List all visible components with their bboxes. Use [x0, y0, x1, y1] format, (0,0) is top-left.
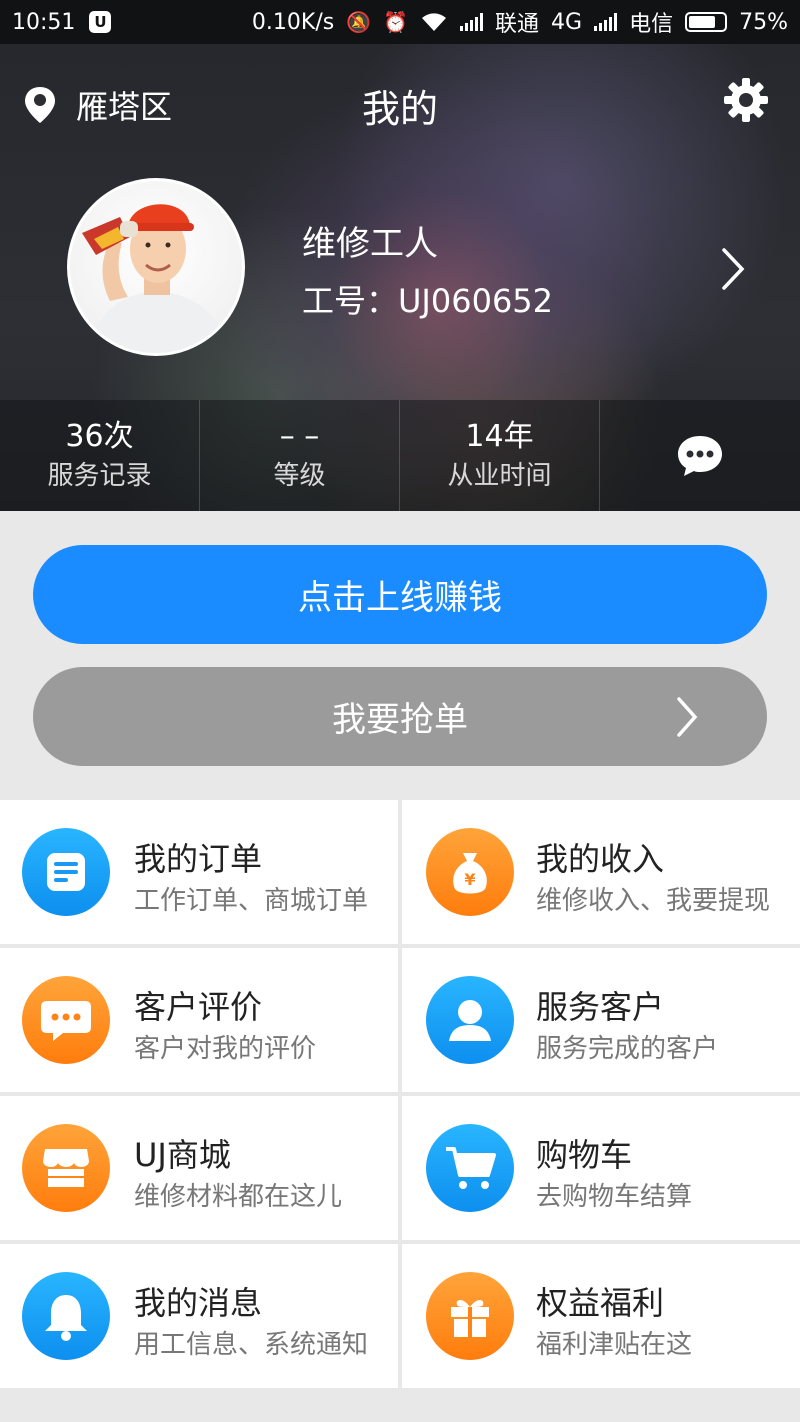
grab-order-button[interactable]: 我要抢单	[33, 667, 767, 766]
chat-bubble-icon	[678, 435, 722, 476]
worker-id: 工号：UJ060652	[302, 282, 554, 320]
menu-item-title: 购物车	[536, 1136, 633, 1174]
worker-portrait-image	[82, 204, 228, 353]
stat-value: 14年	[465, 418, 534, 454]
carrier-2: 电信	[629, 12, 674, 37]
net-type: 4G	[551, 9, 583, 35]
menu-item-title: 我的收入	[536, 840, 665, 878]
menu-item-served-customers[interactable]: 服务客户 服务完成的客户	[402, 948, 800, 1092]
menu-item-subtitle: 去购物车结算	[536, 1182, 693, 1212]
mute-icon: 🔕	[346, 10, 372, 34]
stat-value: – –	[279, 418, 320, 454]
menu-item-title: 我的消息	[134, 1284, 263, 1322]
stat-service-records[interactable]: 36次 服务记录	[0, 400, 200, 511]
comment-bubble-icon	[22, 976, 110, 1064]
app-notification-icon: U	[89, 11, 112, 33]
menu-item-shopping-cart[interactable]: 购物车 去购物车结算	[402, 1096, 800, 1240]
stat-label: 服务记录	[47, 460, 152, 491]
menu-item-title: UJ商城	[134, 1136, 231, 1174]
menu-item-subtitle: 客户对我的评价	[134, 1034, 317, 1064]
person-icon	[426, 976, 514, 1064]
go-online-label: 点击上线赚钱	[298, 578, 502, 618]
page-title: 我的	[361, 87, 438, 131]
battery-icon	[685, 12, 728, 32]
menu-item-title: 权益福利	[536, 1284, 665, 1322]
money-bag-icon: ¥	[426, 828, 514, 916]
menu-item-my-messages[interactable]: 我的消息 用工信息、系统通知	[0, 1244, 398, 1388]
signal-icon-1	[460, 13, 484, 31]
menu-item-customer-reviews[interactable]: 客户评价 客户对我的评价	[0, 948, 398, 1092]
cart-icon	[426, 1124, 514, 1212]
menu-item-subtitle: 工作订单、商城订单	[134, 886, 369, 916]
stat-label: 等级	[273, 460, 326, 491]
order-list-icon	[22, 828, 110, 916]
stat-experience[interactable]: 14年 从业时间	[400, 400, 600, 511]
chevron-right-icon[interactable]	[716, 244, 750, 294]
menu-item-my-orders[interactable]: 我的订单 工作订单、商城订单	[0, 800, 398, 944]
menu-item-benefits[interactable]: 权益福利 福利津贴在这	[402, 1244, 800, 1388]
alarm-icon: ⏰	[383, 10, 409, 34]
menu-item-subtitle: 维修材料都在这儿	[134, 1182, 343, 1212]
stats-bar: 36次 服务记录 – – 等级 14年 从业时间	[0, 400, 800, 511]
status-time: 10:51	[12, 9, 76, 35]
chevron-right-icon	[677, 697, 698, 737]
grab-order-label: 我要抢单	[332, 700, 468, 740]
carrier-1: 联通	[495, 12, 540, 37]
menu-item-subtitle: 用工信息、系统通知	[134, 1330, 369, 1360]
menu-item-subtitle: 服务完成的客户	[536, 1034, 719, 1064]
menu-item-uj-mall[interactable]: UJ商城 维修材料都在这儿	[0, 1096, 398, 1240]
go-online-button[interactable]: 点击上线赚钱	[33, 545, 767, 644]
avatar[interactable]	[67, 178, 245, 356]
signal-icon-2	[594, 13, 618, 31]
gift-icon	[426, 1272, 514, 1360]
worker-name: 维修工人	[302, 224, 438, 264]
menu-item-title: 服务客户	[536, 988, 665, 1026]
profile-header: 雁塔区 我的 维修工人 工号：UJ060652 36次 服务记录 – – 等级 …	[0, 44, 800, 511]
svg-text:¥: ¥	[464, 870, 475, 889]
menu-item-my-income[interactable]: ¥ 我的收入 维修收入、我要提现	[402, 800, 800, 944]
menu-item-subtitle: 福利津贴在这	[536, 1330, 693, 1360]
battery-level: 75%	[739, 9, 788, 35]
stat-value: 36次	[65, 418, 134, 454]
menu-item-subtitle: 维修收入、我要提现	[536, 886, 771, 916]
wifi-icon	[422, 13, 447, 31]
menu-item-title: 客户评价	[134, 988, 263, 1026]
bell-icon	[22, 1272, 110, 1360]
menu-item-title: 我的订单	[134, 840, 263, 878]
stat-label: 从业时间	[447, 460, 552, 491]
store-icon	[22, 1124, 110, 1212]
stat-level[interactable]: – – 等级	[200, 400, 400, 511]
net-speed: 0.10K/s	[251, 9, 335, 35]
status-bar: 10:51 U 0.10K/s 🔕 ⏰ 联通 4G 电信 75%	[0, 0, 800, 44]
chat-button[interactable]	[600, 400, 800, 511]
settings-gear-icon[interactable]	[722, 76, 770, 124]
